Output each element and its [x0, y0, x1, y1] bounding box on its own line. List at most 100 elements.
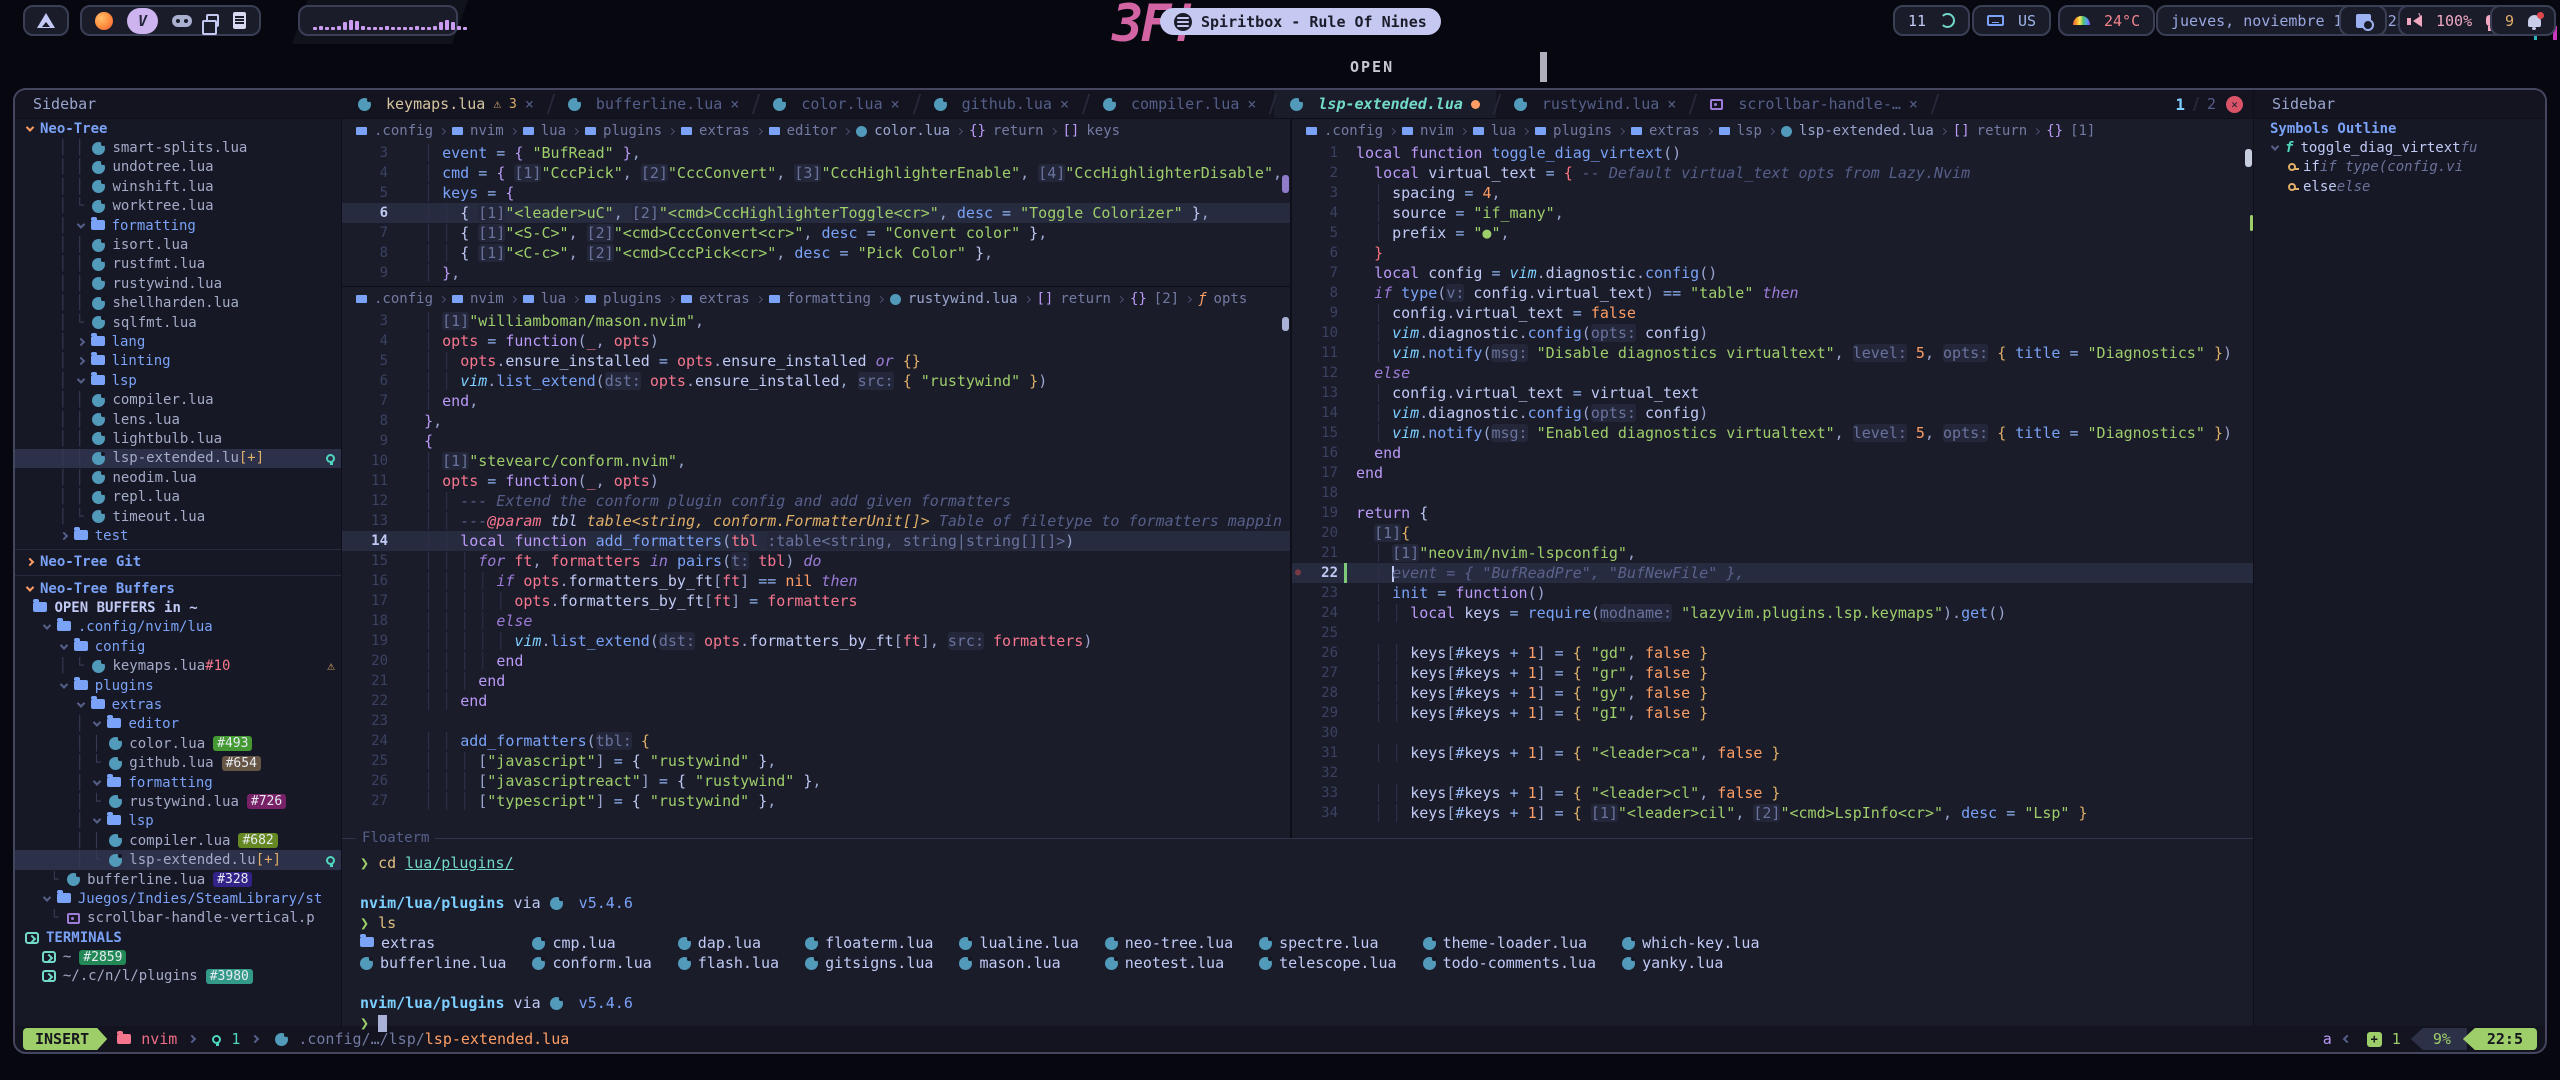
- code-line[interactable]: 24 │ │ add_formatters(tbl: {: [342, 731, 1290, 751]
- code-line[interactable]: 28 │ │ keys[#keys + 1] = { "gy", false }: [1292, 683, 2253, 703]
- code-line[interactable]: 15 │ vim.notify(msg: "Enabled diagnostic…: [1292, 423, 2253, 443]
- tree-row[interactable]: Juegos/Indies/SteamLibrary/st: [15, 889, 341, 908]
- tree-row[interactable]: │ │ rustywind.lua: [15, 274, 341, 293]
- gamepad-icon[interactable]: [172, 15, 192, 27]
- editor-pane-rustywind[interactable]: .confignvimluapluginsextrasformattingrus…: [342, 287, 1290, 838]
- code-line[interactable]: 20 │ │ │ │ end: [342, 651, 1290, 671]
- code-line[interactable]: 6 │ │ { [1]"<leader>uC", [2]"<cmd>CccHig…: [342, 203, 1290, 223]
- code-line[interactable]: 5 │ │ opts.ensure_installed = opts.ensur…: [342, 351, 1290, 371]
- file-grid-item[interactable]: todo-comments.lua: [1423, 953, 1597, 973]
- tree-row[interactable]: │ └ keymaps.lua #10⚠: [15, 657, 341, 676]
- code-line[interactable]: 4 │ source = "if_many",: [1292, 203, 2253, 223]
- tree-row[interactable]: │ └ rustywind.lua#726: [15, 792, 341, 811]
- calendar-button[interactable]: [2339, 5, 2387, 36]
- tab-page-current[interactable]: 1: [2175, 95, 2185, 114]
- code-line[interactable]: 11 │ vim.notify(msg: "Disable diagnostic…: [1292, 343, 2253, 363]
- media-widget[interactable]: Spiritbox - Rule Of Nines: [1160, 8, 1441, 35]
- code-line[interactable]: 4 │ cmd = { [1]"CccPick", [2]"CccConvert…: [342, 163, 1290, 183]
- firefox-icon[interactable]: [95, 12, 113, 30]
- code-line[interactable]: 15 │ │ │ for ft, formatters in pairs(t: …: [342, 551, 1290, 571]
- code-line[interactable]: 13 │ config.virtual_text = virtual_text: [1292, 383, 2253, 403]
- file-grid-item[interactable]: which-key.lua: [1622, 933, 1759, 953]
- code-line[interactable]: 8 if type(v: config.virtual_text) == "ta…: [1292, 283, 2253, 303]
- code-line[interactable]: 10 │ [1]"stevearc/conform.nvim",: [342, 451, 1290, 471]
- tree-row[interactable]: │ lang: [15, 332, 341, 351]
- scrollbar-thumb[interactable]: [1282, 317, 1289, 331]
- tree-row[interactable]: └ scrollbar-handle-vertical.p: [15, 909, 341, 928]
- tree-row[interactable]: OPEN BUFFERS in ~: [15, 598, 341, 617]
- code-line[interactable]: 2 local virtual_text = { -- Default virt…: [1292, 163, 2253, 183]
- tree-row[interactable]: │ lsp: [15, 371, 341, 390]
- code-line[interactable]: 17 │ │ │ │ │ opts.formatters_by_ft[ft] =…: [342, 591, 1290, 611]
- file-grid-item[interactable]: cmp.lua: [532, 933, 651, 953]
- code-line[interactable]: 12 else: [1292, 363, 2253, 383]
- code-line[interactable]: 34 │ │ keys[#keys + 1] = { [1]"<leader>c…: [1292, 803, 2253, 823]
- file-grid-item[interactable]: spectre.lua: [1259, 933, 1396, 953]
- code-line[interactable]: 23: [342, 711, 1290, 731]
- code-line[interactable]: 5 │ prefix = "●",: [1292, 223, 2253, 243]
- tree-row[interactable]: │ │ lens.lua: [15, 410, 341, 429]
- scrollbar-thumb[interactable]: [1282, 175, 1289, 193]
- code-line[interactable]: 14 │ vim.diagnostic.config(opts: config): [1292, 403, 2253, 423]
- file-grid-item[interactable]: flash.lua: [678, 953, 779, 973]
- file-grid-item[interactable]: yanky.lua: [1622, 953, 1759, 973]
- file-grid-item[interactable]: mason.lua: [959, 953, 1078, 973]
- tab-keymaps-lua[interactable]: keymaps.lua⚠ 3×: [342, 90, 550, 118]
- file-grid-item[interactable]: lualine.lua: [959, 933, 1078, 953]
- tab-add-icon[interactable]: +: [2367, 1032, 2382, 1047]
- code-line[interactable]: 6 │ │ vim.list_extend(dst: opts.ensure_i…: [342, 371, 1290, 391]
- tree-row[interactable]: │ linting: [15, 352, 341, 371]
- tree-row[interactable]: │ │ compiler.lua: [15, 390, 341, 409]
- code-line[interactable]: 12 │ │ --- Extend the conform plugin con…: [342, 491, 1290, 511]
- code-line[interactable]: 18: [1292, 483, 2253, 503]
- code-line[interactable]: 25: [1292, 623, 2253, 643]
- tree-row[interactable]: │ └ sqlfmt.lua: [15, 313, 341, 332]
- tree-row[interactable]: │ formatting: [15, 216, 341, 235]
- tree-row[interactable]: .config/nvim/lua: [15, 618, 341, 637]
- editor-pane-color[interactable]: .confignvimluapluginsextraseditorcolor.l…: [342, 119, 1290, 287]
- code-line[interactable]: 9 │ config.virtual_text = false: [1292, 303, 2253, 323]
- code-line[interactable]: 8 │ │ { [1]"<C-c>", [2]"<cmd>CccPick<cr>…: [342, 243, 1290, 263]
- code-line[interactable]: 22 │ │ end: [342, 691, 1290, 711]
- tree-row[interactable]: │ │ color.lua#493: [15, 734, 341, 753]
- code-line[interactable]: 19 │ │ │ │ │ vim.list_extend(dst: opts.f…: [342, 631, 1290, 651]
- tab-github-lua[interactable]: github.lua×: [918, 90, 1085, 118]
- code-line[interactable]: 14 │ │ local function add_formatters(tbl…: [342, 531, 1290, 551]
- close-button[interactable]: ✕: [2226, 96, 2243, 113]
- file-grid-item[interactable]: floaterm.lua: [805, 933, 933, 953]
- tree-row[interactable]: │ │ rustfmt.lua: [15, 255, 341, 274]
- code-line[interactable]: 18 │ │ │ │ else: [342, 611, 1290, 631]
- tab-close-icon[interactable]: ×: [1909, 95, 1918, 113]
- outline-row[interactable]: ftoggle_diag_virtext fu: [2254, 138, 2545, 157]
- code-line[interactable]: 7 │ end,: [342, 391, 1290, 411]
- tab-lsp-extended-lua[interactable]: lsp-extended.lua: [1274, 90, 1496, 118]
- tree-row[interactable]: ~#2859: [15, 947, 341, 966]
- file-grid-item[interactable]: gitsigns.lua: [805, 953, 933, 973]
- code-line[interactable]: 26 │ │ │ ["javascriptreact"] = { "rustyw…: [342, 771, 1290, 791]
- notifications-widget[interactable]: 9: [2490, 5, 2556, 36]
- code-line[interactable]: 7 local config = vim.diagnostic.config(): [1292, 263, 2253, 283]
- file-grid-item[interactable]: telescope.lua: [1259, 953, 1396, 973]
- file-grid-item[interactable]: dap.lua: [678, 933, 779, 953]
- tree-row[interactable]: │ └ worktree.lua: [15, 197, 341, 216]
- tab-compiler-lua[interactable]: compiler.lua×: [1087, 90, 1272, 118]
- launcher-button[interactable]: [23, 5, 69, 36]
- code-line[interactable]: 32: [1292, 763, 2253, 783]
- tree-row[interactable]: │ └ lsp-extended.lu [+]: [15, 850, 341, 869]
- code-line[interactable]: 9 │ },: [342, 263, 1290, 283]
- file-grid-item[interactable]: bufferline.lua: [360, 953, 506, 973]
- tab-page-other[interactable]: 2: [2207, 95, 2216, 113]
- editor-pane-lsp-extended[interactable]: .confignvimluapluginsextraslsplsp-extend…: [1292, 119, 2253, 838]
- tree-row[interactable]: │ │ winshift.lua: [15, 177, 341, 196]
- weather-widget[interactable]: 24°C: [2058, 5, 2155, 36]
- tree-row[interactable]: extras: [15, 695, 341, 714]
- tree-row[interactable]: test: [15, 526, 341, 545]
- code-line[interactable]: 27 │ │ │ ["typescript"] = { "rustywind" …: [342, 791, 1290, 811]
- code-line[interactable]: 4 │ opts = function(_, opts): [342, 331, 1290, 351]
- tree-row[interactable]: config: [15, 637, 341, 656]
- tab-bufferline-lua[interactable]: bufferline.lua×: [552, 90, 755, 118]
- keyboard-layout-widget[interactable]: US: [1972, 5, 2051, 36]
- section-header[interactable]: Neo-Tree Buffers: [15, 579, 341, 598]
- tab-close-icon[interactable]: ×: [1060, 95, 1069, 113]
- file-grid-item[interactable]: theme-loader.lua: [1423, 933, 1597, 953]
